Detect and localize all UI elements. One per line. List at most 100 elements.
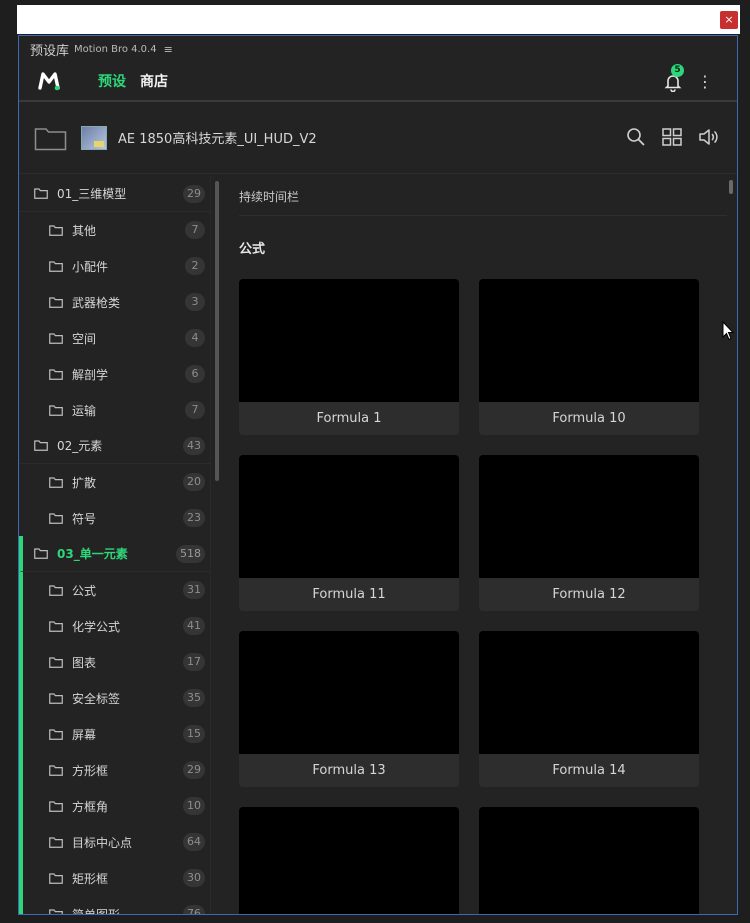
search-icon[interactable] <box>625 126 647 148</box>
preset-preview <box>479 631 699 754</box>
folder-icon <box>49 692 63 704</box>
category-item[interactable]: 空间 4 <box>19 320 210 356</box>
category-label: 矩形框 <box>72 871 109 886</box>
category-count: 35 <box>183 689 205 707</box>
category-label: 武器枪类 <box>72 295 121 310</box>
folder-icon <box>49 296 63 308</box>
category-count: 10 <box>183 797 205 815</box>
panel-version: Motion Bro 4.0.4 <box>74 43 157 55</box>
subcategory-label[interactable]: 持续时间栏 <box>239 176 727 216</box>
sound-icon[interactable] <box>697 126 719 148</box>
folder-icon <box>34 548 48 559</box>
category-label: 其他 <box>72 223 97 238</box>
category-count: 64 <box>183 833 205 851</box>
category-item[interactable]: 运输 7 <box>19 392 210 428</box>
folder-icon[interactable] <box>34 125 67 151</box>
category-label: 空间 <box>72 331 97 346</box>
preset-preview <box>239 631 459 754</box>
more-options-icon[interactable]: ⋮ <box>697 72 713 92</box>
category-count: 20 <box>183 473 205 491</box>
category-count: 23 <box>183 509 205 527</box>
folder-icon <box>49 404 63 416</box>
preset-caption: Formula 14 <box>552 763 626 778</box>
close-button[interactable]: × <box>720 11 738 29</box>
category-item[interactable]: 解剖学 6 <box>19 356 210 392</box>
tab-store[interactable]: 商店 <box>140 71 168 91</box>
grid-view-icon[interactable] <box>661 126 683 148</box>
preset-preview <box>479 455 699 578</box>
section-title: 公式 <box>239 242 266 257</box>
category-group[interactable]: 03_单一元素 518 <box>19 536 210 572</box>
preset-preview <box>239 455 459 578</box>
category-item[interactable]: 矩形框 30 <box>19 860 210 896</box>
category-item[interactable]: 安全标签 35 <box>19 680 210 716</box>
preset-card[interactable]: Formula 13 <box>239 631 459 787</box>
folder-icon <box>34 440 48 451</box>
folder-icon <box>49 728 63 740</box>
pack-toolbar <box>625 126 719 148</box>
category-item[interactable]: 简单图形 76 <box>19 896 210 915</box>
category-label: 03_单一元素 <box>57 547 128 561</box>
category-count: 518 <box>176 545 205 563</box>
preset-caption: Formula 13 <box>312 763 386 778</box>
category-label: 方框角 <box>72 799 109 814</box>
category-item[interactable]: 符号 23 <box>19 500 210 536</box>
category-count: 7 <box>185 221 205 239</box>
preset-card[interactable]: Formula 12 <box>479 455 699 611</box>
motion-bro-panel: 预设库 Motion Bro 4.0.4 ≡ 预设 商店 5 ⋮ AE 1850… <box>18 35 738 915</box>
folder-icon <box>49 764 63 776</box>
category-label: 02_元素 <box>57 439 103 453</box>
content-scrollbar[interactable] <box>729 180 733 194</box>
category-label: 简单图形 <box>72 907 121 915</box>
preset-card[interactable]: Formula 10 <box>479 279 699 435</box>
preset-content: 持续时间栏 公式 Formula 1 Formula 10 Formula 11 Fo… <box>211 176 737 914</box>
category-label: 01_三维模型 <box>57 187 127 201</box>
category-group[interactable]: 01_三维模型 29 <box>19 176 210 212</box>
category-label: 符号 <box>72 511 97 526</box>
pack-thumbnail <box>81 125 107 150</box>
category-count: 15 <box>183 725 205 743</box>
panel-menu-icon[interactable]: ≡ <box>164 43 173 56</box>
category-sidebar: 01_三维模型 29 其他 7 小配件 2 武器枪类 3 空间 4 解剖学 6 运输 7 02_元素 43 扩散… <box>19 176 219 915</box>
category-item[interactable]: 目标中心点 64 <box>19 824 210 860</box>
category-item[interactable]: 武器枪类 3 <box>19 284 210 320</box>
preset-card[interactable] <box>239 807 459 914</box>
preset-preview <box>479 279 699 402</box>
category-count: 17 <box>183 653 205 671</box>
library-body: 01_三维模型 29 其他 7 小配件 2 武器枪类 3 空间 4 解剖学 6 运输 7 02_元素 43 扩散… <box>19 176 737 914</box>
category-item[interactable]: 其他 7 <box>19 212 210 248</box>
category-item[interactable]: 化学公式 41 <box>19 608 210 644</box>
category-item[interactable]: 小配件 2 <box>19 248 210 284</box>
category-item[interactable]: 方框角 10 <box>19 788 210 824</box>
folder-icon <box>49 224 63 236</box>
preset-caption: Formula 12 <box>552 587 626 602</box>
category-item[interactable]: 公式 31 <box>19 572 210 608</box>
tab-presets[interactable]: 预设 <box>98 71 126 91</box>
category-list: 01_三维模型 29 其他 7 小配件 2 武器枪类 3 空间 4 解剖学 6 运输 7 02_元素 43 扩散… <box>19 176 210 915</box>
category-count: 29 <box>183 185 205 203</box>
preset-caption: Formula 10 <box>552 411 626 426</box>
category-count: 3 <box>185 293 205 311</box>
folder-icon <box>49 908 63 914</box>
preset-card[interactable]: Formula 11 <box>239 455 459 611</box>
folder-icon <box>49 512 63 524</box>
motion-bro-logo-icon <box>38 72 60 91</box>
preset-preview <box>239 279 459 402</box>
panel-header: 预设库 Motion Bro 4.0.4 ≡ <box>19 36 737 62</box>
category-item[interactable]: 图表 17 <box>19 644 210 680</box>
category-group[interactable]: 02_元素 43 <box>19 428 210 464</box>
category-item[interactable]: 方形框 29 <box>19 752 210 788</box>
folder-icon <box>49 584 63 596</box>
category-count: 43 <box>183 437 205 455</box>
preset-card[interactable]: Formula 14 <box>479 631 699 787</box>
preset-card[interactable] <box>479 807 699 914</box>
category-item[interactable]: 扩散 20 <box>19 464 210 500</box>
folder-icon <box>49 476 63 488</box>
preset-card[interactable]: Formula 1 <box>239 279 459 435</box>
top-nav: 预设 商店 5 ⋮ <box>19 62 737 102</box>
category-item[interactable]: 屏幕 15 <box>19 716 210 752</box>
folder-icon <box>49 260 63 272</box>
category-label: 扩散 <box>72 475 97 490</box>
folder-icon <box>49 872 63 884</box>
folder-icon <box>49 800 63 812</box>
